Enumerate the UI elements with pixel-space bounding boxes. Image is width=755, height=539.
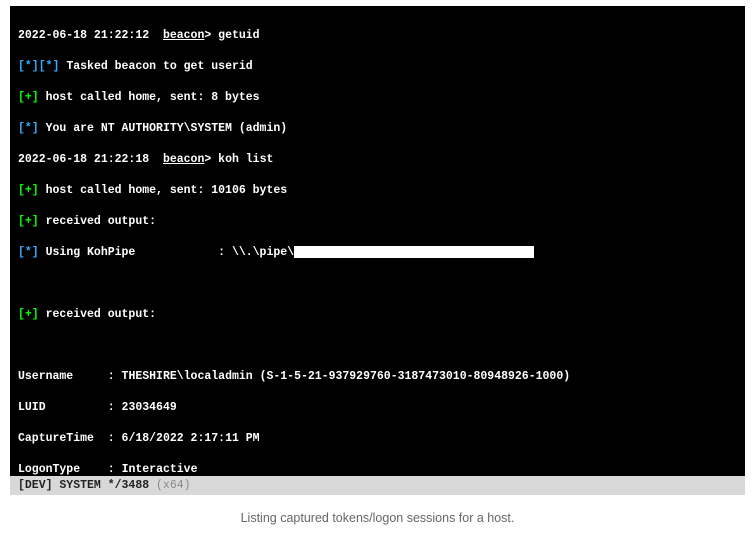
output-line: [*] You are NT AUTHORITY\SYSTEM (admin)	[18, 121, 737, 137]
output-line: [+] received output:	[18, 214, 737, 230]
command-text: getuid	[218, 29, 259, 42]
prompt-line-1: 2022-06-18 21:22:12 beacon> getuid	[18, 28, 737, 44]
blank-line	[18, 338, 737, 354]
blank-line	[18, 276, 737, 292]
status-bar: [DEV] SYSTEM */3488 (x64)	[10, 476, 745, 495]
record-row: Username : THESHIRE\localadmin (S-1-5-21…	[18, 369, 737, 385]
figure-caption: Listing captured tokens/logon sessions f…	[0, 495, 755, 525]
output-line: [+] host called home, sent: 8 bytes	[18, 90, 737, 106]
prompt-line-2: 2022-06-18 21:22:18 beacon> koh list	[18, 152, 737, 168]
output-line: [+] received output:	[18, 307, 737, 323]
beacon-host: beacon	[163, 153, 204, 166]
output-line: [+] host called home, sent: 10106 bytes	[18, 183, 737, 199]
timestamp: 2022-06-18 21:22:12	[18, 29, 149, 42]
record-row: LogonType : Interactive	[18, 462, 737, 476]
terminal-window[interactable]: 2022-06-18 21:22:12 beacon> getuid [*][*…	[10, 6, 745, 476]
command-text: koh list	[218, 153, 273, 166]
redacted-pipe-name	[294, 246, 534, 258]
timestamp: 2022-06-18 21:22:18	[18, 153, 149, 166]
status-text: [DEV] SYSTEM */3488	[18, 479, 156, 492]
beacon-host: beacon	[163, 29, 204, 42]
record-row: LUID : 23034649	[18, 400, 737, 416]
output-line: [*][*] Tasked beacon to get userid	[18, 59, 737, 75]
record-row: CaptureTime : 6/18/2022 2:17:11 PM	[18, 431, 737, 447]
status-arch: (x64)	[156, 479, 191, 492]
output-line: [*] Using KohPipe : \\.\pipe\	[18, 245, 737, 261]
